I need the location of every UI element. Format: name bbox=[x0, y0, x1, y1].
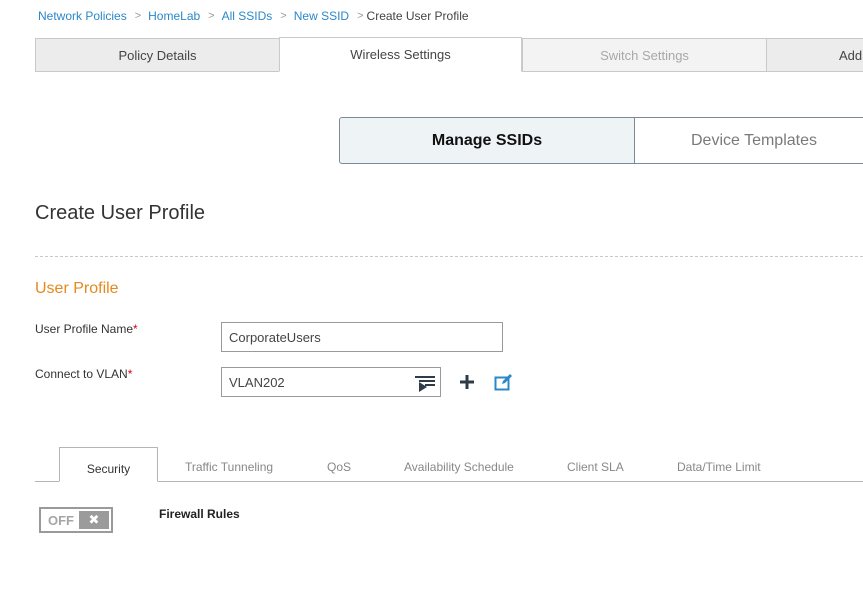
tab-switch-settings: Switch Settings bbox=[522, 38, 767, 72]
tab-additional-settings[interactable]: Addi bbox=[766, 38, 863, 72]
profile-name-input[interactable]: CorporateUsers bbox=[221, 322, 503, 352]
subtab-client-sla[interactable]: Client SLA bbox=[567, 460, 624, 474]
tab-wireless-settings[interactable]: Wireless Settings bbox=[279, 37, 522, 72]
breadcrumb-new-ssid[interactable]: New SSID bbox=[294, 9, 349, 23]
profile-name-value: CorporateUsers bbox=[229, 329, 321, 345]
page-title: Create User Profile bbox=[35, 202, 206, 224]
close-icon: ✖ bbox=[79, 511, 109, 529]
edit-vlan-icon[interactable] bbox=[493, 372, 515, 392]
vlan-label: Connect to VLAN* bbox=[35, 367, 132, 381]
subtab-data-time-limit[interactable]: Data/Time Limit bbox=[677, 460, 761, 474]
vlan-select[interactable]: VLAN202 bbox=[221, 367, 441, 397]
subtab-qos[interactable]: QoS bbox=[327, 460, 351, 474]
breadcrumb-current: Create User Profile bbox=[366, 9, 469, 23]
section-divider bbox=[35, 256, 863, 257]
firewall-toggle[interactable]: OFF ✖ bbox=[39, 507, 113, 533]
vlan-label-text: Connect to VLAN bbox=[35, 367, 128, 381]
section-title: User Profile bbox=[35, 280, 119, 297]
required-marker: * bbox=[133, 322, 138, 336]
firewall-rules-label: Firewall Rules bbox=[159, 507, 240, 521]
profile-name-label: User Profile Name* bbox=[35, 322, 138, 336]
add-vlan-icon[interactable] bbox=[457, 372, 477, 392]
subtab-security[interactable]: Security bbox=[59, 447, 158, 482]
required-marker: * bbox=[127, 367, 133, 381]
subtabs-baseline bbox=[35, 481, 863, 482]
breadcrumb-separator: > bbox=[134, 10, 142, 22]
list-select-icon[interactable] bbox=[412, 372, 438, 394]
manage-ssids-button[interactable]: Manage SSIDs bbox=[339, 117, 635, 164]
vlan-value: VLAN202 bbox=[229, 374, 285, 390]
subtab-availability-schedule[interactable]: Availability Schedule bbox=[404, 460, 514, 474]
breadcrumb-separator: > bbox=[357, 10, 364, 22]
breadcrumb-separator: > bbox=[208, 10, 215, 22]
subtab-traffic-tunneling[interactable]: Traffic Tunneling bbox=[185, 460, 273, 474]
breadcrumb-homelab[interactable]: HomeLab bbox=[148, 9, 200, 23]
tab-policy-details[interactable]: Policy Details bbox=[35, 38, 280, 72]
breadcrumb-separator: > bbox=[280, 10, 287, 22]
breadcrumb: Network Policies > HomeLab > All SSIDs >… bbox=[38, 9, 469, 23]
toggle-state-label: OFF bbox=[48, 512, 74, 528]
device-templates-button[interactable]: Device Templates bbox=[634, 117, 863, 164]
breadcrumb-all-ssids[interactable]: All SSIDs bbox=[222, 9, 273, 23]
breadcrumb-network-policies[interactable]: Network Policies bbox=[38, 9, 127, 23]
profile-name-label-text: User Profile Name bbox=[35, 322, 134, 336]
